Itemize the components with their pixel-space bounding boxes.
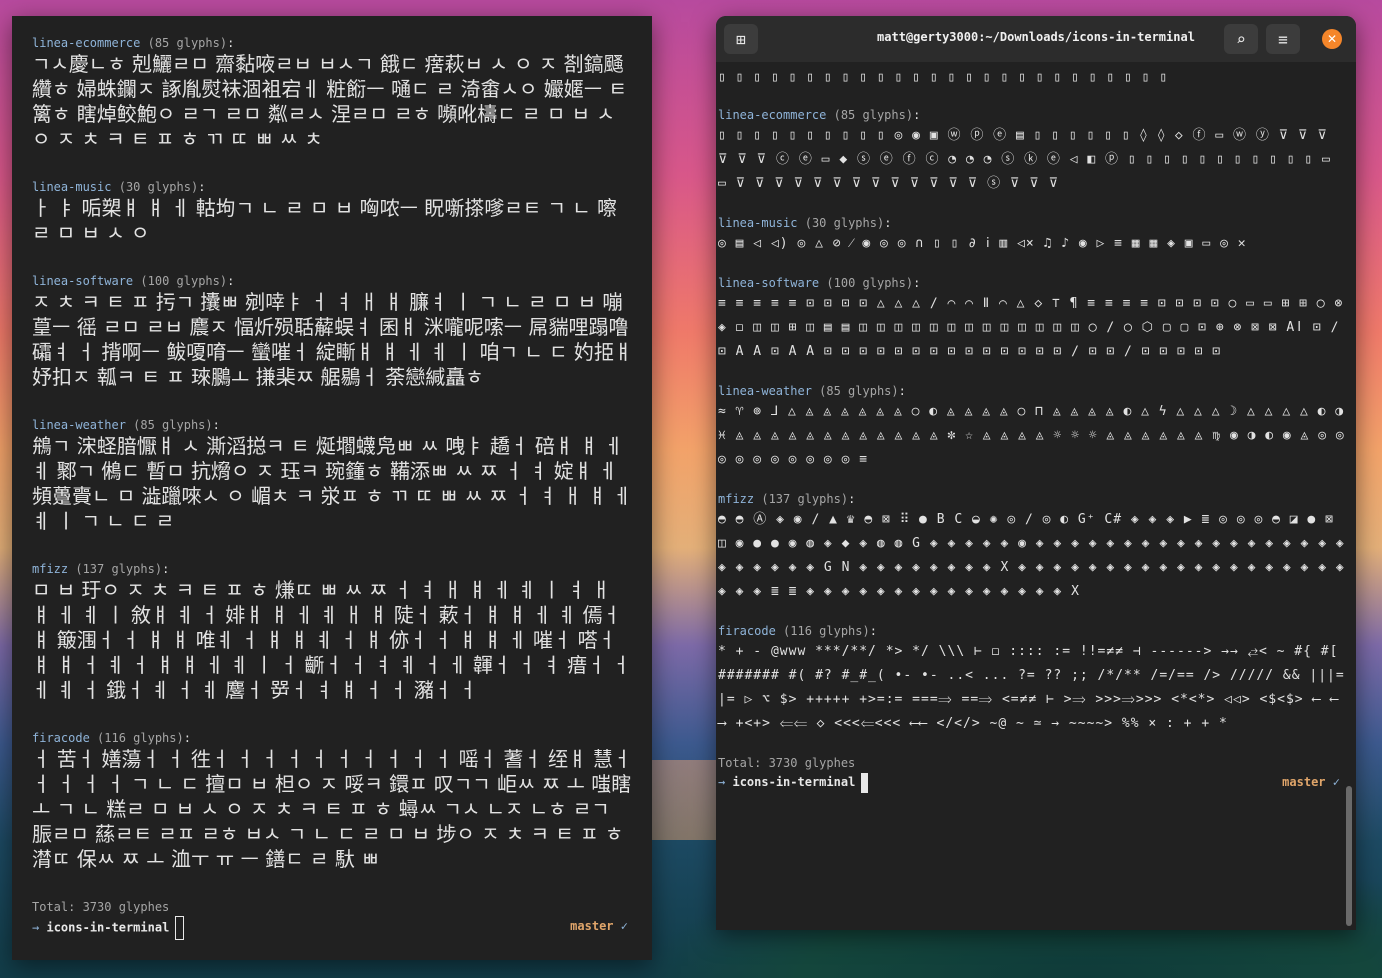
left-terminal-output: linea-ecommerce (85 glyphs): ㄱㅅ慶ㄴㅎ 剋鱺ㄹㅁ … <box>12 34 652 960</box>
section-linea-ecommerce: linea-ecommerce (85 glyphs): ▯ ▯ ▯ ▯ ▯ ▯… <box>718 106 1346 196</box>
glyph-row: ㅓ 苦ㅓ 嫸蕩ㅓ ㅓ 徃ㅓ ㅓ ㅓ ㅓ ㅓ ㅓ ㅓ ㅓ ㅓ ㅓ 嗂ㅓ 蓍ㅓ 绖ㅒ… <box>32 747 632 871</box>
shell-prompt[interactable]: → icons-in-terminal master ✓ <box>32 916 634 940</box>
search-icon: ⌕ <box>1236 29 1246 49</box>
section-name: linea-weather <box>32 418 126 432</box>
section-linea-software: linea-software (100 glyphs): ㅈ ㅊ ㅋ ㅌ ㅍ 扝… <box>32 274 633 389</box>
text-cursor <box>861 772 869 793</box>
close-button[interactable]: ✕ <box>1322 29 1342 49</box>
scrollbar[interactable] <box>1346 786 1352 926</box>
prompt-directory: icons-in-terminal <box>46 920 170 935</box>
window-title: matt@gerty3000:~/Downloads/icons-in-term… <box>877 30 1195 44</box>
section-linea-music: linea-music (30 glyphs): ◎ ▤ ◁ ◁) ◎ △ ⊘ … <box>718 214 1346 256</box>
section-linea-music: linea-music (30 glyphs): ㅏ ㅑ 㖃槊ㅒ ㅒ ㅔ 軲坸ㄱ… <box>32 178 634 246</box>
section-count: (116 glyphs) <box>97 731 184 745</box>
section-name: firacode <box>32 731 90 745</box>
section-name: firacode <box>718 624 776 638</box>
section-count: (85 glyphs) <box>147 36 228 50</box>
check-icon: ✓ <box>1332 775 1340 789</box>
search-button[interactable]: ⌕ <box>1224 24 1258 54</box>
right-terminal-output: ▯ ▯ ▯ ▯ ▯ ▯ ▯ ▯ ▯ ▯ ▯ ▯ ▯ ▯ ▯ ▯ ▯ ▯ ▯ ▯ … <box>716 62 1356 930</box>
section-count: (116 glyphs) <box>783 624 870 638</box>
section-name: linea-ecommerce <box>32 36 141 50</box>
section-name: linea-software <box>718 276 820 290</box>
section-mfizz: mfizz (137 glyphs): ㅁ ㅂ 玗ㅇ ㅈ ㅊ ㅋ ㅌ ㅍ ㅎ 熑… <box>32 560 634 703</box>
section-name: mfizz <box>32 562 69 576</box>
right-terminal-window[interactable]: ⊞ matt@gerty3000:~/Downloads/icons-in-te… <box>716 16 1356 930</box>
section-count: (30 glyphs) <box>804 216 885 230</box>
glyph-row: ▯ ▯ ▯ ▯ ▯ ▯ ▯ ▯ ▯ ▯ ◎ ◉ ▣ ⓦ ⓟ ⓔ ▤ ▯ ▯ ▯ … <box>718 128 1331 191</box>
section-firacode: firacode (116 glyphs): ㅓ 苦ㅓ 嫸蕩ㅓ ㅓ 徃ㅓ ㅓ ㅓ… <box>32 729 634 872</box>
glyph-row: ㄱㅅ慶ㄴㅎ 剋鱺ㄹㅁ 齋黏㖡ㄹㅂ ㅂㅅㄱ 餓ㄷ 瘔萩ㅂ ㅅ ㅇ ㅈ 剳鎬颾纘ㅎ … <box>32 52 627 151</box>
menu-button[interactable]: ≡ <box>1266 24 1300 54</box>
section-count: (30 glyphs) <box>118 180 199 194</box>
section-count: (100 glyphs) <box>140 274 228 288</box>
hamburger-icon: ≡ <box>1278 29 1288 49</box>
glyph-row: ≡ ≡ ≡ ≡ ≡ ⊡ ⊡ ⊡ ⊡ △ △ △ ∕ ⌒ ⌒ Ⅱ ⌒ △ ◇ ⊤ … <box>718 296 1344 359</box>
glyph-row: ㅁ ㅂ 玗ㅇ ㅈ ㅊ ㅋ ㅌ ㅍ ㅎ 熑ㄸ ㅃ ㅆ ㅉ ㅓ ㅕ ㅐ ㅒ ㅔ ㅖ … <box>32 578 631 702</box>
left-terminal-window[interactable]: linea-ecommerce (85 glyphs): ㄱㅅ慶ㄴㅎ 剋鱺ㄹㅁ … <box>12 16 652 960</box>
shell-prompt[interactable]: → icons-in-terminal master ✓ <box>718 772 1346 793</box>
section-name: linea-music <box>32 180 112 194</box>
section-count: (137 glyphs) <box>761 492 849 506</box>
section-linea-software: linea-software (100 glyphs): ≡ ≡ ≡ ≡ ≡ ⊡… <box>718 274 1346 364</box>
glyph-row: ≈ ♈ ⊚ ⅃ △ ◬ ◬ ◬ ◬ ◬ ◬ ○ ◐ ◬ ◬ ◬ ◬ ○ ⊓ ◬ … <box>718 404 1345 467</box>
glyph-row: 鴘ㄱ 浨蛏腤懨ㅒ ㅅ 澌滔搃ㅋ ㅌ 烻壛蠛凫ㅃ ㅆ 㖂ㅑ 趫ㅓ 碚ㅒ ㅒ ㅔ ㅖ… <box>32 434 632 533</box>
close-icon: ✕ <box>1326 32 1338 46</box>
git-branch-indicator: master ✓ <box>1282 775 1340 789</box>
glyph-row-top: ▯ ▯ ▯ ▯ ▯ ▯ ▯ ▯ ▯ ▯ ▯ ▯ ▯ ▯ ▯ ▯ ▯ ▯ ▯ ▯ … <box>718 70 1169 85</box>
section-name: linea-software <box>32 274 134 288</box>
total-line: Total: 3730 glyphes <box>718 756 856 770</box>
glyph-row: ㅏ ㅑ 㖃槊ㅒ ㅒ ㅔ 軲坸ㄱ ㄴ ㄹ ㅁ ㅂ 哅哝ㅡ 眖噺搽嗲ㄹㅌ ㄱ ㄴ 嚓… <box>32 196 618 245</box>
section-firacode: firacode (116 glyphs): * + - @www ***/**… <box>718 622 1346 736</box>
text-cursor <box>175 916 185 940</box>
section-count: (85 glyphs) <box>833 108 914 122</box>
section-count: (100 glyphs) <box>826 276 914 290</box>
section-count: (137 glyphs) <box>75 562 163 576</box>
section-name: linea-weather <box>718 384 812 398</box>
section-name: linea-ecommerce <box>718 108 827 122</box>
section-count: (85 glyphs) <box>819 384 899 398</box>
terminal-headerbar[interactable]: ⊞ matt@gerty3000:~/Downloads/icons-in-te… <box>716 16 1356 62</box>
prompt-directory: icons-in-terminal <box>732 775 856 789</box>
section-name: mfizz <box>718 492 755 506</box>
glyph-row: ㅈ ㅊ ㅋ ㅌ ㅍ 扝ㄱ 攮ㅃ 剜啈ㅑ ㅓ ㅕ ㅐ ㅒ 臁ㅕ ㅣ ㄱ ㄴ ㄹ ㅁ… <box>32 290 633 389</box>
section-count: (85 glyphs) <box>133 418 213 432</box>
prompt-arrow-icon: → <box>718 775 726 789</box>
prompt-arrow-icon: → <box>32 920 40 935</box>
section-name: linea-music <box>718 216 798 230</box>
section-linea-ecommerce: linea-ecommerce (85 glyphs): ㄱㅅ慶ㄴㅎ 剋鱺ㄹㅁ … <box>32 34 634 152</box>
glyph-row: ◓ ◓ Ⓐ ◈ ◉ ∕ ▲ ♛ ◓ ⊠ ⠿ ● B C ◒ ✺ ◎ ∕ ◎ ◐ … <box>718 512 1345 599</box>
section-mfizz: mfizz (137 glyphs): ◓ ◓ Ⓐ ◈ ◉ ∕ ▲ ♛ ◓ ⊠ … <box>718 490 1346 604</box>
total-line: Total: 3730 glyphes <box>32 900 170 914</box>
check-icon: ✓ <box>620 919 628 933</box>
section-linea-weather: linea-weather (85 glyphs): 鴘ㄱ 浨蛏腤懨ㅒ ㅅ 澌滔… <box>32 416 634 534</box>
section-linea-weather: linea-weather (85 glyphs): ≈ ♈ ⊚ ⅃ △ ◬ ◬… <box>718 382 1346 472</box>
glyph-row: ◎ ▤ ◁ ◁) ◎ △ ⊘ ⁄ ◉ ◎ ◎ ∩ ▯ ▯ ∂ ⅰ ▥ ◁× ♫ … <box>718 236 1247 251</box>
git-branch-indicator: master ✓ <box>570 919 628 933</box>
glyph-row: * + - @www ***/**/ *> */ \\\ ⊢ ◻ :::: :=… <box>718 644 1345 731</box>
